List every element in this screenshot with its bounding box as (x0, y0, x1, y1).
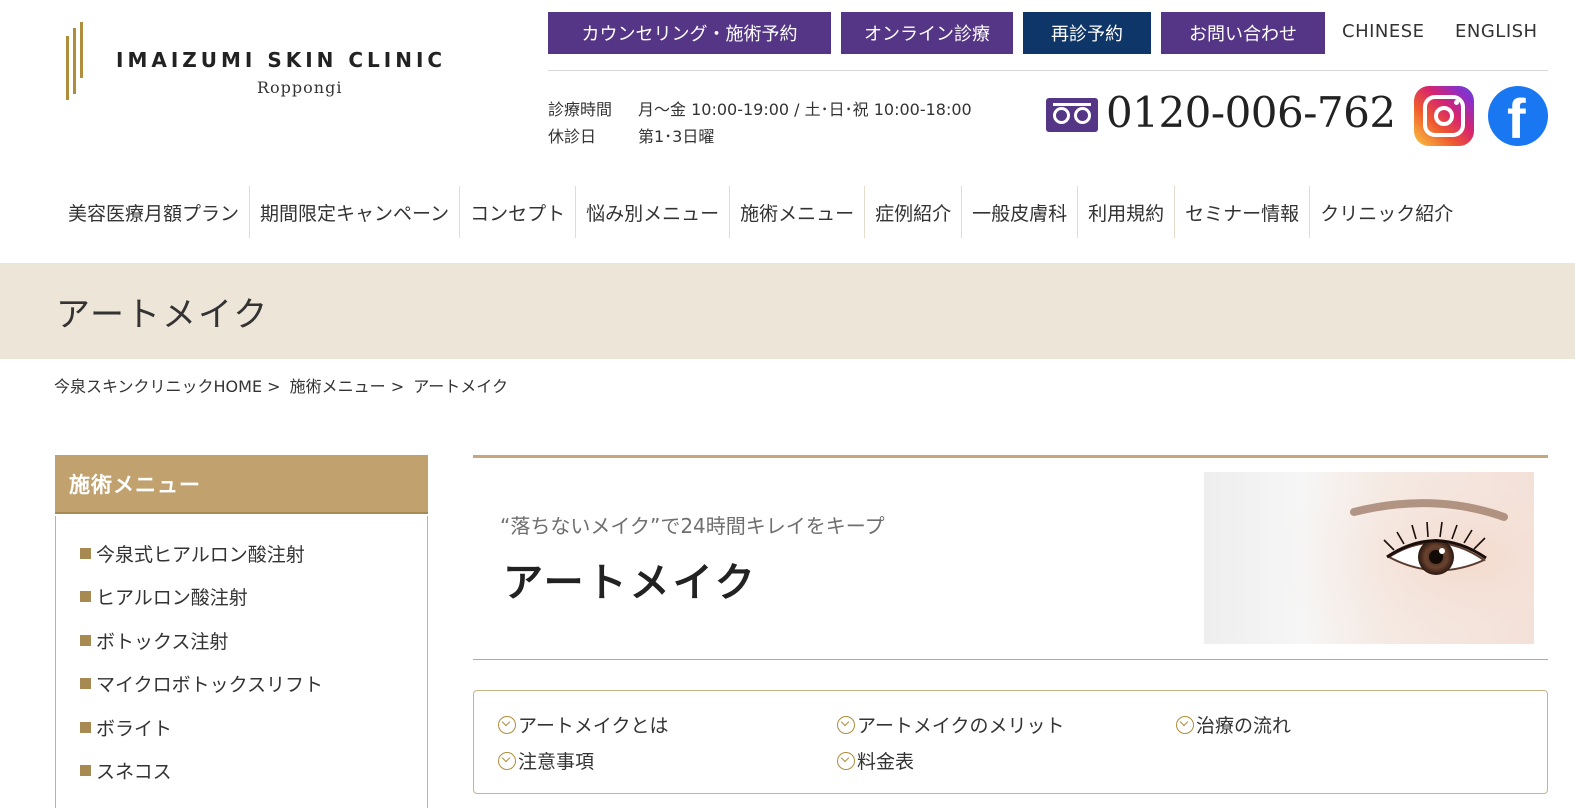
nav-item-clinic-info[interactable]: クリニック紹介 (1309, 186, 1463, 238)
breadcrumb-separator: > (390, 377, 405, 396)
chevron-down-icon (837, 751, 855, 770)
nav-item-cases[interactable]: 症例紹介 (864, 186, 961, 238)
clinic-logo[interactable]: IMAIZUMI SKIN CLINIC Roppongi (64, 20, 504, 110)
sidebar-item-botox[interactable]: ボトックス注射 (80, 627, 228, 654)
sidebar-item-hyaluronic[interactable]: ヒアルロン酸注射 (80, 583, 248, 610)
page-title-band: アートメイク (0, 263, 1575, 359)
nav-item-terms[interactable]: 利用規約 (1077, 186, 1174, 238)
eye-illustration (1257, 472, 1534, 644)
breadcrumb-treatment-link[interactable]: 施術メニュー (290, 377, 386, 396)
global-nav: 美容医療月額プラン 期間限定キャンペーン コンセプト 悩み別メニュー 施術メニュ… (58, 186, 1463, 238)
chevron-down-icon (837, 715, 855, 734)
logo-title: IMAIZUMI SKIN CLINIC (116, 48, 447, 72)
bullet-square-icon (80, 635, 91, 646)
breadcrumb: 今泉スキンクリニックHOME > 施術メニュー > アートメイク (54, 373, 512, 397)
breadcrumb-home-link[interactable]: 今泉スキンクリニックHOME (54, 377, 262, 396)
sidebar-item-volite[interactable]: ボライト (80, 714, 172, 741)
bullet-square-icon (80, 722, 91, 733)
toc-item-price[interactable]: 料金表 (837, 747, 914, 774)
sidebar-item-label: ヒアルロン酸注射 (96, 587, 248, 609)
toc-item-label: アートメイクとは (518, 715, 669, 737)
nav-item-concept[interactable]: コンセプト (459, 186, 575, 238)
lang-english-link[interactable]: ENGLISH (1455, 21, 1538, 42)
table-of-contents: アートメイクとは アートメイクのメリット 治療の流れ 注意事項 料金表 (473, 690, 1548, 794)
closed-label: 休診日 (548, 127, 597, 146)
sidebar-menu: 今泉式ヒアルロン酸注射 ヒアルロン酸注射 ボトックス注射 マイクロボトックスリフ… (55, 516, 428, 808)
nav-item-monthly-plan[interactable]: 美容医療月額プラン (58, 186, 249, 238)
hours-value: 月～金 10:00-19:00 / 土･日･祝 10:00-18:00 (638, 100, 972, 119)
hero-top-border (473, 455, 1548, 458)
breadcrumb-current: アートメイク (413, 377, 508, 396)
hero-subtitle: “落ちないメイク”で24時間キレイをキープ (500, 514, 885, 538)
hero-bottom-border (473, 659, 1548, 660)
logo-subtitle: Roppongi (257, 78, 343, 97)
hours-label: 診療時間 (548, 100, 613, 119)
nav-item-seminar[interactable]: セミナー情報 (1174, 186, 1309, 238)
bullet-square-icon (80, 591, 91, 602)
page-title: アートメイク (56, 295, 270, 335)
toc-item-label: 治療の流れ (1196, 715, 1292, 737)
bullet-square-icon (80, 765, 91, 776)
lang-chinese-link[interactable]: CHINESE (1342, 21, 1425, 42)
sidebar-heading-label: 施術メニュー (69, 473, 201, 497)
toc-item-about[interactable]: アートメイクとは (498, 711, 668, 738)
sidebar-item-sunekos[interactable]: スネコス (80, 757, 172, 784)
sidebar-heading: 施術メニュー (55, 455, 428, 514)
bullet-square-icon (80, 548, 91, 559)
toc-item-notes[interactable]: 注意事項 (498, 747, 594, 774)
bullet-square-icon (80, 678, 91, 689)
sidebar-item-imaizumi-hyaluronic[interactable]: 今泉式ヒアルロン酸注射 (80, 540, 305, 567)
hero-eye-image (1204, 472, 1534, 644)
sidebar-item-label: 今泉式ヒアルロン酸注射 (96, 544, 305, 566)
contact-button[interactable]: お問い合わせ (1161, 12, 1325, 54)
revisit-reservation-button[interactable]: 再診予約 (1023, 12, 1151, 54)
sidebar-item-label: ボライト (96, 718, 173, 740)
sidebar-item-label: マイクロボトックスリフト (96, 674, 324, 696)
sidebar-item-label: スネコス (96, 761, 172, 783)
toc-item-label: 注意事項 (518, 751, 595, 773)
chevron-down-icon (1176, 715, 1194, 734)
sidebar-item-micro-botox-lift[interactable]: マイクロボトックスリフト (80, 670, 323, 697)
chevron-down-icon (498, 715, 516, 734)
toc-item-flow[interactable]: 治療の流れ (1176, 711, 1291, 738)
header-divider (548, 70, 1548, 71)
phone-number-link[interactable]: 0120-006-762 (1106, 88, 1396, 137)
nav-item-campaign[interactable]: 期間限定キャンペーン (249, 186, 459, 238)
logo-mark-icon (64, 20, 88, 102)
online-consultation-button[interactable]: オンライン診療 (841, 12, 1013, 54)
instagram-icon[interactable] (1414, 86, 1474, 146)
clinic-hours: 診療時間 月～金 10:00-19:00 / 土･日･祝 10:00-18:00… (548, 96, 972, 150)
nav-item-treatment-menu[interactable]: 施術メニュー (729, 186, 864, 238)
toc-item-merits[interactable]: アートメイクのメリット (837, 711, 1064, 738)
hero-title: アートメイク (503, 559, 758, 606)
chevron-down-icon (498, 751, 516, 770)
nav-item-dermatology[interactable]: 一般皮膚科 (961, 186, 1077, 238)
facebook-icon[interactable]: f (1488, 86, 1548, 146)
freedial-icon (1046, 98, 1098, 132)
toc-item-label: アートメイクのメリット (857, 715, 1065, 737)
sidebar-item-label: ボトックス注射 (96, 631, 229, 653)
reservation-button[interactable]: カウンセリング・施術予約 (548, 12, 831, 54)
breadcrumb-separator: > (267, 377, 281, 396)
nav-item-concerns-menu[interactable]: 悩み別メニュー (575, 186, 729, 238)
toc-item-label: 料金表 (857, 751, 915, 773)
closed-value: 第1･3日曜 (638, 127, 715, 146)
